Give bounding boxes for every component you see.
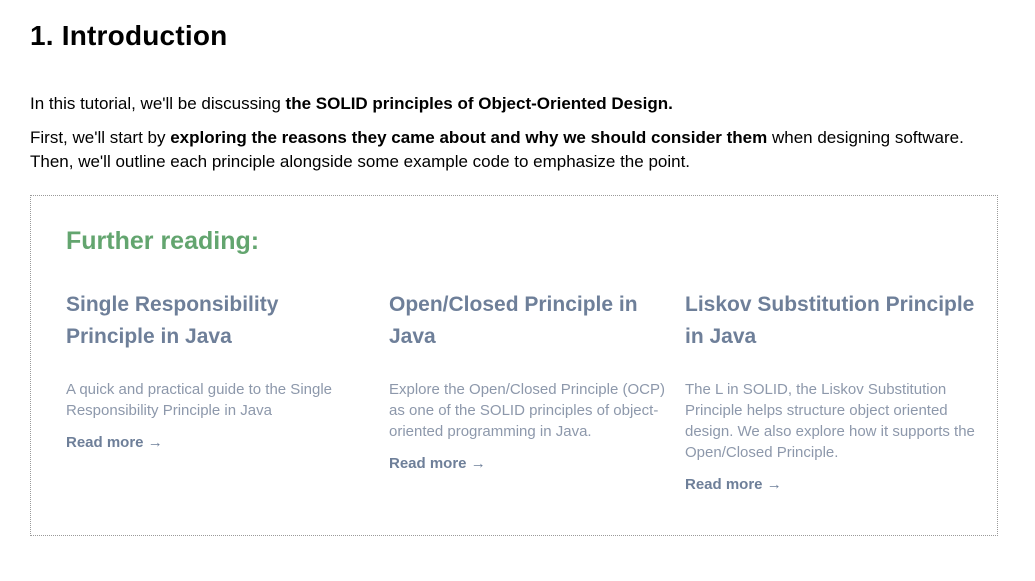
- further-reading-card-ocp: Open/Closed Principle in Java Explore th…: [389, 289, 667, 473]
- card-description: A quick and practical guide to the Singl…: [66, 381, 333, 419]
- card-description: Explore the Open/Closed Principle (OCP) …: [389, 381, 665, 440]
- article-page: 1. Introduction In this tutorial, we'll …: [0, 0, 1035, 581]
- further-reading-title: Further reading:: [66, 227, 260, 255]
- overview-paragraph: First, we'll start by exploring the reas…: [30, 126, 990, 174]
- card-title-link[interactable]: Liskov Substitution Principle in Java: [685, 289, 975, 353]
- intro-paragraph: In this tutorial, we'll be discussing th…: [30, 92, 990, 116]
- read-more-link[interactable]: Read more →: [66, 434, 163, 451]
- read-more-link[interactable]: Read more →: [389, 455, 486, 472]
- further-reading-card-lsp: Liskov Substitution Principle in Java Th…: [685, 289, 975, 494]
- intro-bold-text: the SOLID principles of Object-Oriented …: [285, 94, 673, 113]
- intro-text: In this tutorial, we'll be discussing: [30, 94, 286, 113]
- further-reading-card-srp: Single Responsibility Principle in Java …: [66, 289, 356, 452]
- section-heading: 1. Introduction: [30, 20, 228, 51]
- card-title-link[interactable]: Open/Closed Principle in Java: [389, 289, 667, 353]
- overview-bold-text: exploring the reasons they came about an…: [170, 128, 768, 147]
- card-title-link[interactable]: Single Responsibility Principle in Java: [66, 289, 356, 353]
- further-reading-box: Further reading: Single Responsibility P…: [30, 195, 998, 536]
- read-more-link[interactable]: Read more →: [685, 476, 782, 493]
- overview-text-start: First, we'll start by: [30, 128, 171, 147]
- card-description: The L in SOLID, the Liskov Substitution …: [685, 381, 975, 461]
